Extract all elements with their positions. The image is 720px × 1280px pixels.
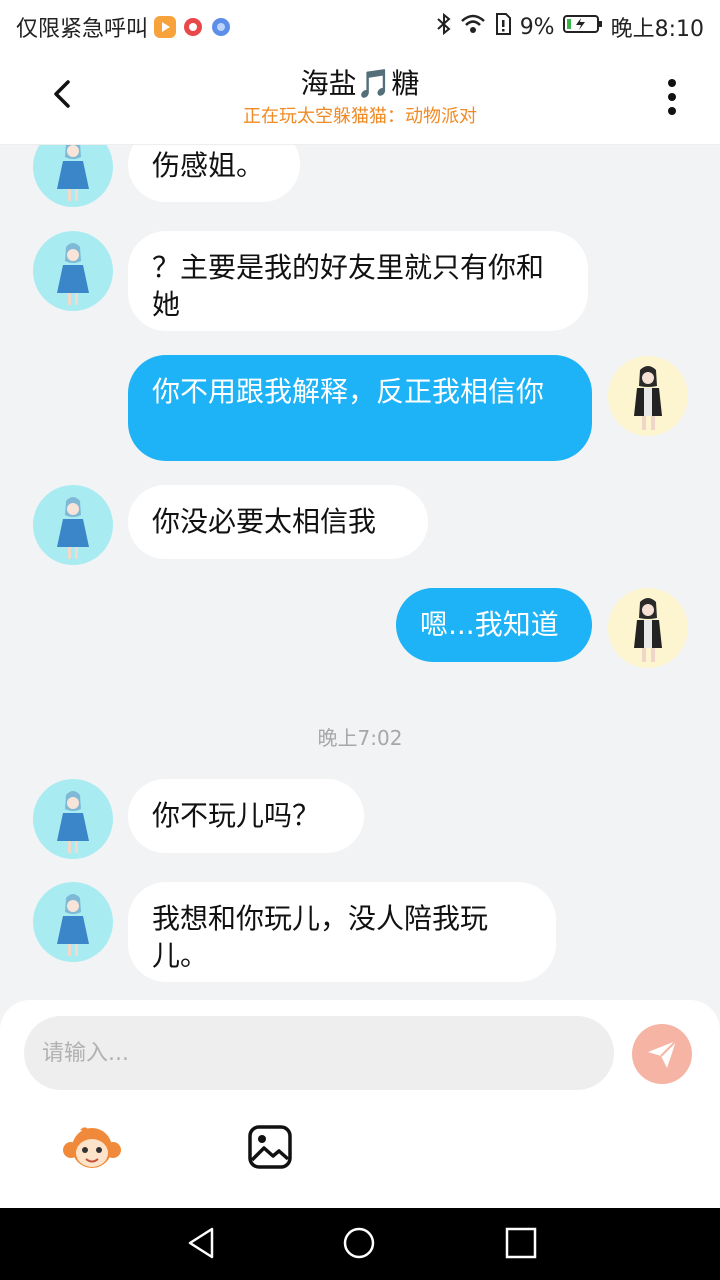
- nav-home-button[interactable]: [342, 1226, 376, 1260]
- message-text: ？主要是我的好友里就只有你和她: [152, 251, 545, 321]
- square-recents-icon: [505, 1227, 537, 1259]
- message-bubble-self[interactable]: 嗯...我知道: [396, 588, 592, 662]
- message-bubble[interactable]: 你不玩儿吗？: [128, 779, 364, 853]
- chat-header: 海盐🎵糖 正在玩太空躲猫猫：动物派对: [0, 50, 720, 145]
- timestamp-divider: 晚上7:02: [317, 726, 403, 750]
- message-text: 嗯...我知道: [420, 608, 559, 641]
- anime-girl-avatar-icon: [57, 791, 89, 853]
- message-input[interactable]: [24, 1016, 614, 1090]
- anime-character-avatar-icon: [634, 598, 662, 662]
- battery-icon: [562, 13, 603, 41]
- anime-girl-avatar-icon: [57, 894, 89, 956]
- wifi-icon: [460, 13, 486, 41]
- peer-avatar[interactable]: [33, 485, 113, 565]
- image-icon: [248, 1125, 292, 1169]
- message-composer: [0, 1000, 720, 1208]
- sim-icon: [494, 12, 512, 42]
- peer-avatar[interactable]: [33, 145, 113, 207]
- red-app-icon: [182, 16, 205, 38]
- message-bubble[interactable]: 你没必要太相信我: [128, 485, 428, 559]
- clock: 晚上8:10: [610, 17, 704, 42]
- peer-avatar[interactable]: [33, 231, 113, 311]
- message-text: 你不玩儿吗？: [152, 799, 321, 832]
- message-text: 你不用跟我解释，反正我相信你: [152, 375, 545, 408]
- circle-home-icon: [343, 1227, 375, 1259]
- message-list[interactable]: 伤感姐。 ？主要是我的好友里就只有你和她 你不用跟我解释，反正我相信你 你没必要…: [0, 145, 720, 1000]
- peer-avatar[interactable]: [33, 882, 113, 962]
- anime-girl-avatar-icon: [57, 243, 89, 305]
- message-bubble[interactable]: 我想和你玩儿，没人陪我玩儿。: [128, 882, 556, 982]
- message-text: 你没必要太相信我: [152, 505, 377, 538]
- contact-status: 正在玩太空躲猫猫：动物派对: [243, 106, 477, 127]
- sticker-button[interactable]: [62, 1122, 122, 1172]
- triangle-back-icon: [188, 1227, 214, 1259]
- message-text: 我想和你玩儿，没人陪我玩儿。: [152, 902, 489, 972]
- nav-recents-button[interactable]: [504, 1226, 538, 1260]
- nav-back-button[interactable]: [184, 1226, 218, 1260]
- message-bubble[interactable]: 伤感姐。: [128, 145, 300, 202]
- message-text: 伤感姐。: [152, 149, 265, 182]
- battery-percent: 9%: [519, 14, 555, 40]
- video-app-icon: [154, 16, 177, 38]
- message-bubble[interactable]: ？主要是我的好友里就只有你和她: [128, 231, 588, 331]
- emergency-call-text: 仅限紧急呼叫: [16, 17, 149, 42]
- self-avatar[interactable]: [608, 356, 688, 436]
- blue-app-icon: [210, 16, 233, 38]
- contact-name: 海盐🎵糖: [300, 67, 420, 100]
- system-nav-bar: [0, 1208, 720, 1280]
- monkey-face-icon: [63, 1127, 121, 1168]
- message-bubble-self[interactable]: 你不用跟我解释，反正我相信你: [128, 355, 592, 461]
- more-options-button[interactable]: [650, 72, 694, 122]
- anime-girl-avatar-icon: [57, 497, 89, 559]
- anime-character-avatar-icon: [634, 366, 662, 430]
- status-bar: 仅限紧急呼叫 9% 晚上8:10: [0, 0, 720, 50]
- peer-avatar[interactable]: [33, 779, 113, 859]
- paper-plane-icon: [648, 1040, 677, 1068]
- image-button[interactable]: [247, 1124, 293, 1170]
- self-avatar[interactable]: [608, 588, 688, 668]
- anime-girl-avatar-icon: [57, 145, 89, 201]
- more-vertical-icon: [668, 79, 676, 115]
- bluetooth-icon: [436, 12, 452, 42]
- send-button[interactable]: [632, 1024, 692, 1084]
